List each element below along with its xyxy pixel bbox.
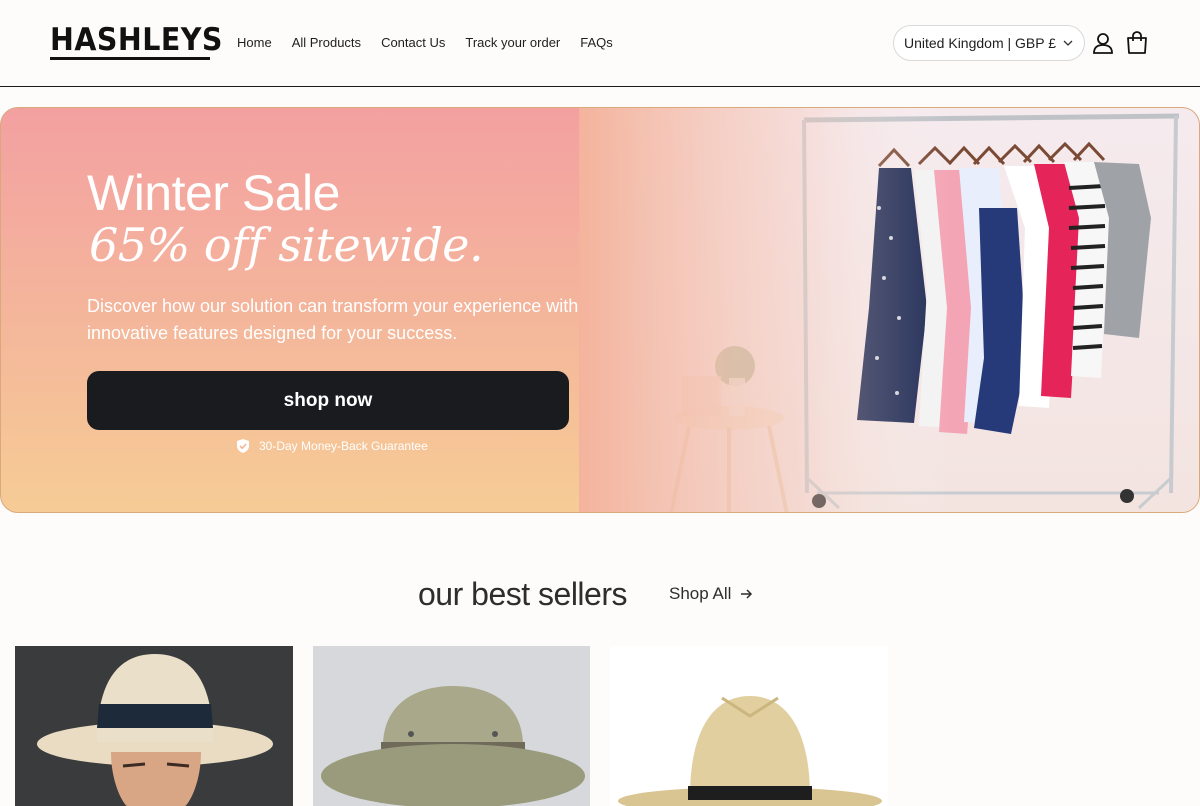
arrow-right-icon [741,589,753,599]
nav-all-products[interactable]: All Products [292,34,361,52]
hero-title: Winter Sale [87,165,340,221]
logo-text: HASHLEYS [50,22,223,58]
nav-contact-us[interactable]: Contact Us [381,34,445,52]
nav-home[interactable]: Home [237,34,272,52]
best-sellers-title: our best sellers [418,576,627,612]
shop-all-link[interactable]: Shop All [669,584,753,604]
shop-now-button[interactable]: shop now [87,371,569,430]
cart-icon[interactable] [1124,30,1150,56]
product-card-bucket-hat[interactable] [313,646,590,806]
hero-banner: Winter Sale 65% off sitewide. Discover h… [0,107,1200,513]
guarantee-note: 30-Day Money-Back Guarantee [235,438,428,454]
logo[interactable]: HASHLEYS [50,22,223,60]
guarantee-text: 30-Day Money-Back Guarantee [259,439,428,453]
site-header: HASHLEYS Home All Products Contact Us Tr… [0,0,1200,87]
product-card-panama-hat[interactable] [15,646,293,806]
panama-hat-image [15,646,293,806]
product-card-straw-fedora[interactable] [610,646,888,806]
logo-underline [50,57,210,60]
account-icon[interactable] [1090,30,1116,56]
nav-track-order[interactable]: Track your order [465,34,560,52]
bucket-hat-image [313,646,590,806]
straw-fedora-image [610,646,888,806]
shop-all-label: Shop All [669,584,732,603]
shield-check-icon [237,439,249,453]
nav-faqs[interactable]: FAQs [580,34,613,52]
country-selector-label: United Kingdom | GBP £ [904,35,1057,51]
main-nav: Home All Products Contact Us Track your … [237,34,613,52]
country-selector[interactable]: United Kingdom | GBP £ [893,25,1085,61]
hero-subtitle: 65% off sitewide. [89,218,484,272]
hero-description: Discover how our solution can transform … [87,296,579,343]
chevron-down-icon [1063,40,1073,46]
clothing-rack-image [579,108,1199,512]
